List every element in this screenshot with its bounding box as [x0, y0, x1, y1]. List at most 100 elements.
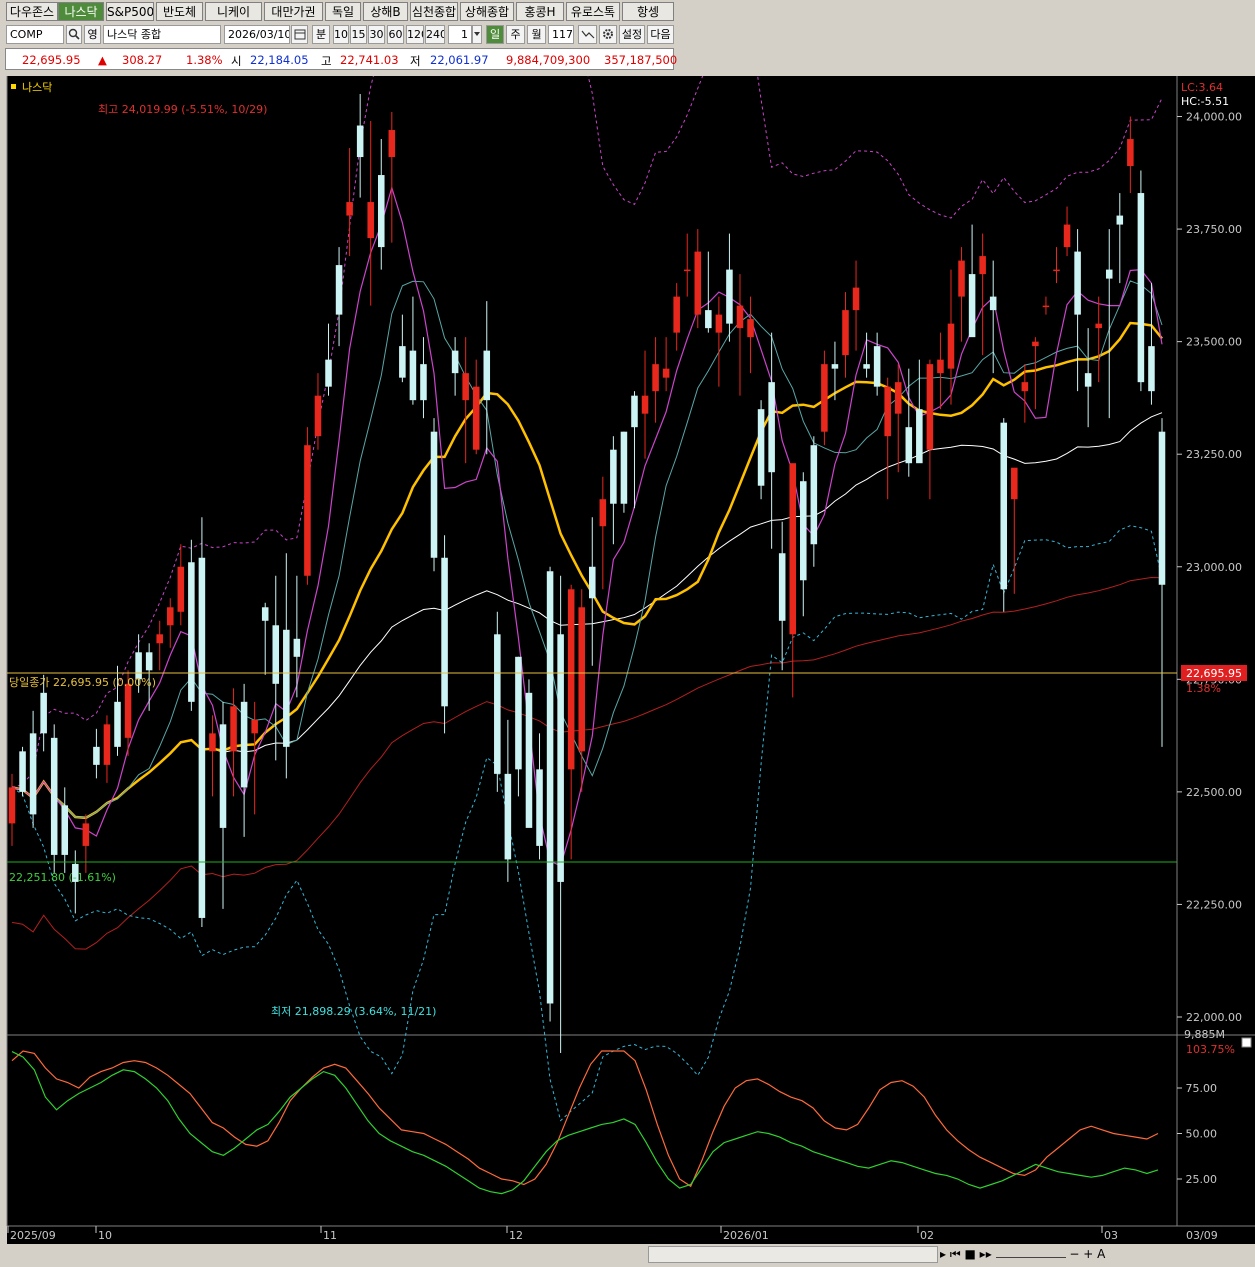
candle-body: [1148, 346, 1155, 392]
candle-body: [335, 265, 343, 315]
market-tab-12[interactable]: 항셍: [622, 2, 674, 21]
period-button-60[interactable]: 60: [387, 25, 404, 44]
candle-body: [240, 701, 248, 788]
chart-area[interactable]: 75.00 50.00 25.00 24,000.00 23,750.00 23,500…: [0, 76, 1255, 1267]
candle-body: [230, 706, 237, 752]
today-close-label: 당일종가 22,695.95 (0.00%): [9, 675, 156, 689]
y-tick-label: 23,250.00: [1186, 448, 1242, 461]
market-tab-5[interactable]: 대만가권: [264, 2, 323, 21]
candle-body: [314, 395, 322, 437]
market-tab-6[interactable]: 독일: [325, 2, 361, 21]
period-button-10[interactable]: 10: [333, 25, 349, 44]
trade-amount: 357,187,500: [604, 53, 678, 67]
open-price: 22,184.05: [250, 53, 309, 67]
low-price: 22,061.97: [430, 53, 489, 67]
zoom-slider[interactable]: [995, 1257, 1066, 1258]
x-tick-label: 2025/09: [10, 1229, 56, 1242]
candle-body: [937, 359, 944, 374]
candle-body: [578, 607, 585, 752]
monthly-button[interactable]: 월: [527, 25, 546, 44]
period-count-field[interactable]: 1: [448, 25, 472, 44]
chart-title: 나스닥: [22, 81, 52, 94]
scroll-right-icon[interactable]: ▸: [940, 1247, 946, 1261]
calendar-icon[interactable]: [291, 25, 308, 44]
period-button-120[interactable]: 120: [406, 25, 424, 44]
x-tick-label: 2026/01: [723, 1229, 769, 1242]
candle-body: [610, 449, 617, 504]
candle-body: [82, 823, 90, 846]
search-icon[interactable]: [66, 25, 82, 44]
candle-body: [19, 751, 26, 792]
settings-button[interactable]: 설정: [619, 25, 645, 44]
candle-body: [177, 566, 185, 612]
candle-body: [293, 638, 301, 657]
market-tab-7[interactable]: 상해B: [363, 2, 408, 21]
symbol-name-field[interactable]: 나스닥 종합: [103, 25, 221, 44]
candle-body: [451, 350, 459, 374]
minute-period-button[interactable]: 분: [312, 25, 330, 44]
candle-body: [1074, 251, 1081, 315]
candle-body: [483, 350, 491, 401]
weekly-button[interactable]: 주: [506, 25, 525, 44]
market-tab-1[interactable]: 나스닥: [58, 2, 104, 21]
period-button-30[interactable]: 30: [368, 25, 385, 44]
panel-toggle-icon[interactable]: [1241, 1037, 1252, 1048]
candle-body: [124, 683, 132, 738]
market-tab-9[interactable]: 상해종합: [460, 2, 514, 21]
market-tab-11[interactable]: 유로스톡: [566, 2, 620, 21]
market-tab-4[interactable]: 니케이: [205, 2, 262, 21]
market-tab-8[interactable]: 심천종합: [410, 2, 458, 21]
gear-icon[interactable]: [599, 25, 617, 44]
candle-body: [103, 724, 111, 765]
candle-body: [557, 634, 564, 882]
candle-body: [1000, 422, 1008, 590]
rewind-icon[interactable]: ⏮: [950, 1247, 961, 1261]
candle-body: [251, 719, 258, 734]
candle-body: [842, 310, 849, 356]
x-tick-label: 03: [1104, 1229, 1118, 1242]
market-tab-bar: 다우존스 나스닥 S&P500 반도체 니케이 대만가권 독일 상해B 심천종합 상해종합 홍콩H 유…: [0, 0, 1255, 26]
market-tab-3[interactable]: 반도체: [156, 2, 203, 21]
candle-body: [515, 656, 522, 770]
zoom-in-icon[interactable]: +: [1083, 1247, 1093, 1261]
date-field[interactable]: 2026/03/10: [224, 25, 290, 44]
candle-body: [916, 409, 923, 464]
candle-body: [114, 701, 121, 747]
period-button-15[interactable]: 15: [350, 25, 367, 44]
chevron-down-icon[interactable]: [472, 25, 482, 44]
candle-body: [472, 386, 480, 450]
stop-icon[interactable]: ■: [965, 1247, 976, 1261]
next-button[interactable]: 다음: [647, 25, 674, 44]
candle-body: [50, 737, 58, 855]
english-toggle-button[interactable]: 영: [84, 25, 101, 44]
bar-count-field[interactable]: 117: [548, 25, 574, 44]
candle-body: [1042, 305, 1050, 308]
daily-button[interactable]: 일: [486, 25, 504, 44]
candle-body: [156, 634, 163, 644]
price-chart[interactable]: 75.00 50.00 25.00 24,000.00 23,750.00 23,500…: [0, 76, 1255, 1267]
candle-body: [1127, 139, 1134, 167]
chart-tool-icon[interactable]: [578, 25, 597, 44]
zoom-out-icon[interactable]: −: [1069, 1247, 1079, 1261]
symbol-code-field[interactable]: COMP: [6, 25, 64, 44]
candle-body: [652, 364, 659, 392]
oscillator-pct-label: 103.75%: [1186, 1043, 1235, 1056]
change-percent: 1.38%: [186, 53, 223, 67]
horizontal-scrollbar[interactable]: [648, 1246, 938, 1263]
candle-body: [304, 445, 311, 576]
current-price-tag-text: 22,695.95: [1186, 667, 1242, 680]
x-tick-label: 10: [98, 1229, 112, 1242]
forward-icon[interactable]: ▸▸: [980, 1247, 992, 1261]
period-button-240[interactable]: 240: [425, 25, 445, 44]
candle-body: [589, 566, 596, 599]
candle-body: [399, 346, 406, 378]
candle-body: [789, 463, 797, 635]
current-pct-label: 1.38%: [1186, 682, 1221, 695]
market-tab-0[interactable]: 다우존스: [6, 2, 58, 21]
font-size-icon[interactable]: A: [1097, 1247, 1105, 1261]
scroll-controls: ▸ ⏮ ■ ▸▸ − + A: [940, 1246, 1252, 1263]
market-tab-2[interactable]: S&P500: [106, 2, 154, 21]
market-tab-10[interactable]: 홍콩H: [516, 2, 564, 21]
y-tick-label: 22,000.00: [1186, 1011, 1242, 1024]
candle-body: [736, 305, 744, 329]
